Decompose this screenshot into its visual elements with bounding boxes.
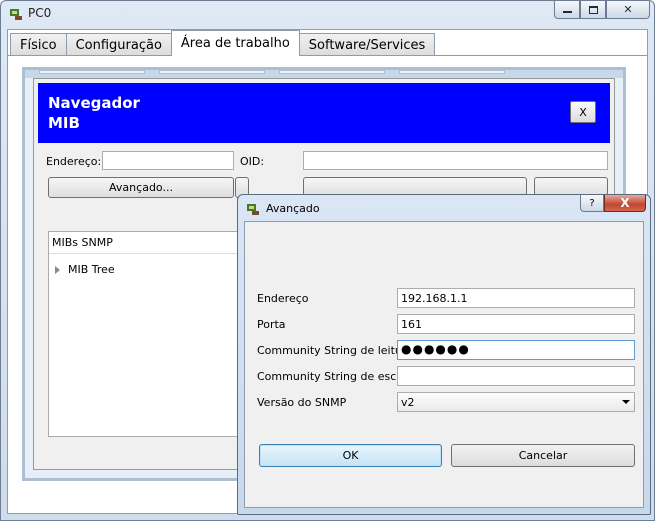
port-input[interactable]: 161 — [397, 314, 635, 334]
snmp-version-label: Versão do SNMP — [257, 396, 347, 409]
help-button[interactable]: ? — [580, 195, 604, 212]
packet-tracer-pc-icon — [10, 9, 22, 20]
tree-node-mib-tree[interactable]: MIB Tree — [55, 263, 115, 276]
read-community-input[interactable]: ●●●●●● — [397, 340, 635, 360]
dialog-title: Avançado — [266, 202, 320, 215]
port-label: Porta — [257, 318, 286, 331]
snmp-version-value: v2 — [401, 395, 415, 409]
address-input[interactable] — [102, 151, 234, 170]
window-controls: ✕ — [554, 1, 650, 20]
dialog-body: Endereço 192.168.1.1 Porta 161 Community… — [244, 221, 644, 508]
frame-strip — [279, 70, 385, 74]
read-community-label: Community String de leitura — [257, 344, 414, 357]
address-label: Endereço: — [46, 155, 102, 168]
window-title: PC0 — [28, 6, 52, 20]
maximize-button[interactable] — [580, 1, 606, 19]
browser-title: Navegador MIB — [48, 94, 140, 132]
snmp-address-input[interactable]: 192.168.1.1 — [397, 288, 635, 308]
packet-tracer-pc-icon — [247, 204, 259, 215]
oid-input[interactable] — [303, 151, 608, 170]
tree-node-label: MIB Tree — [68, 263, 115, 276]
browser-close-button[interactable]: X — [570, 101, 596, 123]
tab-fisico[interactable]: Físico — [10, 33, 67, 56]
advanced-dialog: Avançado ? X Endereço 192.168.1.1 Porta … — [237, 194, 651, 515]
frame-strip — [39, 70, 145, 74]
dialog-close-button[interactable]: X — [604, 195, 646, 212]
browser-banner: Navegador MIB X — [38, 83, 610, 143]
minimize-button[interactable] — [554, 1, 580, 19]
maximize-icon — [588, 5, 598, 14]
chevron-down-icon — [622, 400, 630, 404]
tab-software-services[interactable]: Software/Services — [298, 33, 436, 56]
snmp-address-label: Endereço — [257, 292, 309, 305]
dialog-controls: ? X — [580, 195, 646, 212]
close-button[interactable]: ✕ — [606, 1, 650, 19]
oid-label: OID: — [240, 155, 265, 168]
tab-area-de-trabalho[interactable]: Área de trabalho — [170, 30, 300, 56]
tab-configuracao[interactable]: Configuração — [65, 33, 172, 56]
close-icon: ✕ — [623, 3, 633, 16]
title-bar[interactable]: PC0 ✕ — [1, 1, 654, 27]
expand-arrow-icon[interactable] — [55, 265, 60, 274]
frame-strip — [159, 70, 265, 74]
minimize-icon — [562, 11, 572, 13]
write-community-input[interactable] — [397, 366, 635, 386]
frame-strip — [399, 70, 505, 74]
mib-tree-pane: MIBs SNMP MIB Tree — [48, 231, 248, 437]
tree-header: MIBs SNMP — [49, 232, 247, 254]
browser-frame-top — [25, 70, 623, 78]
advanced-button[interactable]: Avançado... — [48, 177, 234, 198]
tab-bar: Físico Configuração Área de trabalho Sof… — [10, 30, 436, 56]
write-community-label: Community String de escrita — [257, 370, 415, 383]
ok-button[interactable]: OK — [259, 444, 442, 467]
snmp-version-select[interactable]: v2 — [397, 392, 635, 412]
cancel-button[interactable]: Cancelar — [451, 444, 635, 467]
